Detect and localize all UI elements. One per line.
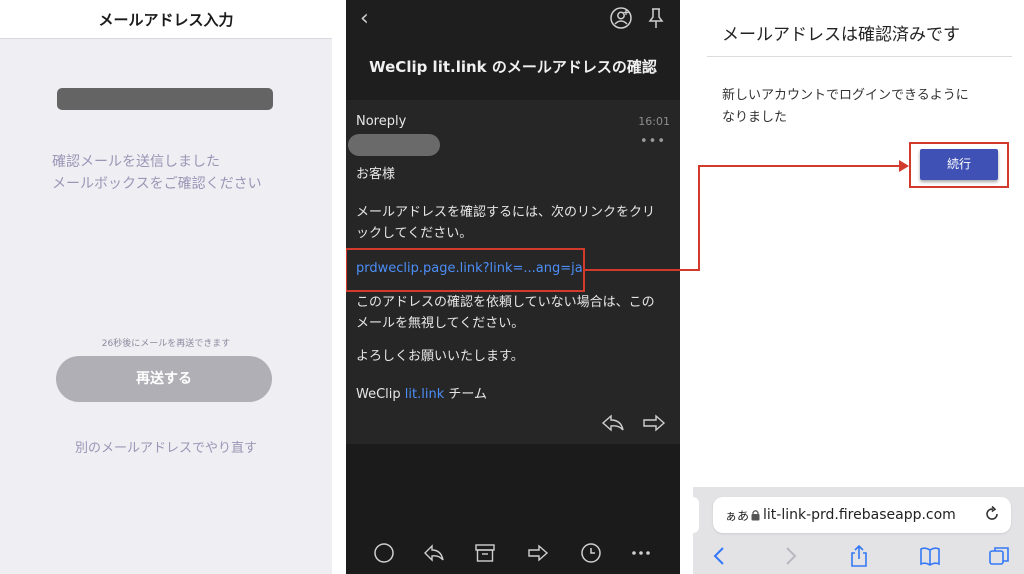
tabs-icon[interactable]: [988, 545, 1010, 567]
verified-message: 新しいアカウントでログインできるように なりました: [722, 85, 1002, 129]
instruction-line-1: メールアドレスを確認するには、次のリンクをクリ: [356, 205, 656, 220]
verified-title: メールアドレスは確認済みです: [722, 25, 960, 45]
signature-prefix: WeClip: [356, 387, 401, 402]
email-toolbar: ‹ WeClip lit.link のメールアドレスの確認: [346, 0, 680, 100]
email-bottom-toolbar: [346, 532, 680, 574]
more-options-icon[interactable]: •••: [640, 134, 666, 149]
url-text: lit-link-prd.firebaseapp.com: [763, 507, 956, 523]
received-time: 16:01: [638, 115, 670, 128]
closing-line: よろしくお願いいたします。: [356, 349, 524, 364]
reply-icon[interactable]: [601, 414, 625, 432]
redacted-email-address: [57, 88, 273, 110]
screen-header: メールアドレス入力: [0, 0, 332, 39]
archive-icon[interactable]: [474, 542, 496, 564]
instruction-paragraph: メールアドレスを確認するには、次のリンクをクリ ックしてください。: [356, 202, 670, 244]
email-input-screen: メールアドレス入力 確認メールを送信しました メールボックスをご確認ください 2…: [0, 0, 332, 574]
ignore-line-2: メールを無視してください。: [356, 316, 525, 331]
previous-tab-edge[interactable]: [693, 497, 699, 533]
ignore-notice-paragraph: このアドレスの確認を依頼していない場合は、この メールを無視してください。: [356, 292, 670, 334]
page-settings-button[interactable]: ぁあ: [725, 507, 749, 524]
browser-bottom-bar: ぁあ lit-link-prd.firebaseapp.com: [693, 487, 1024, 574]
resend-countdown: 26秒後にメールを再送できます: [101, 339, 231, 349]
signature: WeClip lit.link チーム: [356, 384, 670, 405]
signature-link[interactable]: lit.link: [405, 387, 444, 402]
back-chevron-icon[interactable]: ‹: [360, 6, 369, 31]
link-highlight-box: [346, 248, 585, 292]
page-title: メールアドレス入力: [98, 11, 234, 29]
email-verified-screen: メールアドレスは確認済みです 新しいアカウントでログインできるように なりました…: [693, 0, 1024, 574]
connector-arrow-icon: [899, 160, 909, 172]
connector-horizontal-top: [698, 165, 902, 167]
confirmation-sent-message: 確認メールを送信しました メールボックスをご確認ください: [52, 151, 312, 195]
ignore-line-1: このアドレスの確認を依頼していない場合は、この: [356, 295, 655, 310]
verified-line-2: なりました: [722, 110, 788, 125]
address-bar[interactable]: ぁあ lit-link-prd.firebaseapp.com: [713, 497, 1011, 533]
more-actions-icon[interactable]: [630, 542, 652, 564]
signature-suffix: チーム: [448, 387, 488, 402]
sent-line-1: 確認メールを送信しました: [52, 154, 220, 170]
reload-icon[interactable]: [983, 505, 1001, 523]
email-client-screen: ‹ WeClip lit.link のメールアドレスの確認 Noreply 16…: [346, 0, 680, 574]
sent-line-2: メールボックスをご確認ください: [52, 176, 262, 192]
email-message-card: Noreply 16:01 ••• お客様 メールアドレスを確認するには、次のリ…: [346, 100, 680, 444]
divider: [707, 56, 1012, 57]
lock-icon: [751, 510, 760, 521]
bookmarks-icon[interactable]: [919, 545, 941, 567]
reply-icon[interactable]: [423, 542, 445, 564]
pin-icon[interactable]: [646, 7, 666, 29]
share-icon[interactable]: [848, 545, 870, 567]
retry-with-other-email-link[interactable]: 別のメールアドレスでやり直す: [0, 437, 332, 456]
redacted-sender-address: [348, 134, 440, 156]
greeting: お客様: [356, 167, 396, 182]
instruction-line-2: ックしてください。: [356, 226, 473, 241]
sender-name: Noreply: [356, 114, 407, 129]
back-icon[interactable]: [709, 545, 731, 567]
email-subject: WeClip lit.link のメールアドレスの確認: [369, 58, 657, 76]
forward-icon[interactable]: [527, 542, 549, 564]
forward-icon[interactable]: [642, 414, 666, 432]
add-contact-icon[interactable]: [610, 7, 632, 29]
connector-horizontal: [584, 269, 700, 271]
resend-button[interactable]: 再送する: [56, 356, 272, 402]
reply-actions: [601, 414, 666, 436]
forward-icon[interactable]: [779, 545, 801, 567]
connector-vertical: [698, 165, 700, 271]
verified-line-1: 新しいアカウントでログインできるように: [722, 88, 969, 103]
continue-button[interactable]: 続行: [920, 149, 998, 180]
mark-unread-circle-icon[interactable]: [373, 542, 395, 564]
snooze-clock-icon[interactable]: [580, 542, 602, 564]
